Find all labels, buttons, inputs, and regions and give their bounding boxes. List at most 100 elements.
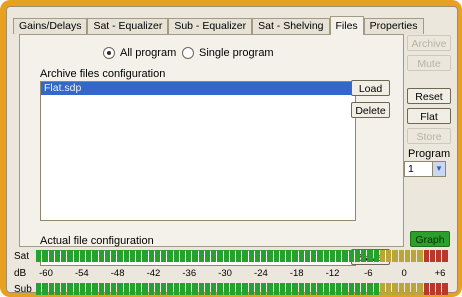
list-item[interactable]: Flat.sdp [41, 82, 355, 95]
scale-tick-label: -18 [289, 268, 304, 279]
meter-segment [404, 250, 410, 262]
meter-segment [136, 250, 142, 262]
tab-properties[interactable]: Properties [363, 18, 424, 34]
meter-segment [254, 283, 260, 295]
scale-tick-label: -42 [146, 268, 161, 279]
meter-segment [279, 250, 285, 262]
delete-button[interactable]: Delete [351, 102, 390, 118]
program-select[interactable]: 1 ▼ [404, 161, 446, 177]
meter-segment [192, 283, 198, 295]
meter-segment [311, 250, 317, 262]
meter-segment [298, 250, 304, 262]
scale-tick-label: -6 [364, 268, 373, 279]
meter-segment [217, 283, 223, 295]
mute-button[interactable]: Mute [407, 55, 451, 71]
meter-segment [48, 250, 54, 262]
store-button[interactable]: Store [407, 128, 451, 144]
meter-segment [117, 250, 123, 262]
meter-segment [98, 250, 104, 262]
meter-segment [379, 250, 385, 262]
meter-segment [329, 283, 335, 295]
meter-segment [329, 250, 335, 262]
meter-segment [79, 283, 85, 295]
meter-segment [229, 283, 235, 295]
meter-segment [204, 250, 210, 262]
meter-segment [79, 250, 85, 262]
meter-segment [298, 283, 304, 295]
meter-segment [361, 250, 367, 262]
meter-segment [54, 283, 60, 295]
sat-level-meter [36, 250, 448, 262]
archive-files-list[interactable]: Flat.sdp [40, 81, 356, 221]
scale-tick-label: -30 [218, 268, 232, 279]
meter-segment [304, 250, 310, 262]
meter-segment [379, 283, 385, 295]
sat-meter-label: Sat [14, 251, 30, 262]
archive-files-label: Archive files configuration [40, 68, 166, 80]
meter-segment [436, 283, 442, 295]
meter-segment [67, 283, 73, 295]
meter-segment [154, 283, 160, 295]
sub-level-meter [36, 283, 448, 295]
meter-segment [273, 250, 279, 262]
meter-segment [254, 250, 260, 262]
meter-segment [104, 250, 110, 262]
meter-segment [436, 250, 442, 262]
meter-segment [286, 283, 292, 295]
meter-segment [404, 283, 410, 295]
reset-button[interactable]: Reset [407, 88, 451, 104]
meter-segment [167, 250, 173, 262]
meter-segment [154, 250, 160, 262]
meter-segment [336, 250, 342, 262]
meter-segment [229, 250, 235, 262]
meter-segment [342, 283, 348, 295]
meter-segment [204, 283, 210, 295]
meter-segment [148, 283, 154, 295]
meter-segment [186, 283, 192, 295]
meter-segment [198, 250, 204, 262]
archive-button[interactable]: Archive [407, 35, 451, 51]
meter-segment [36, 283, 42, 295]
meter-segment [336, 283, 342, 295]
scale-tick-label: 0 [401, 268, 407, 279]
tab-gains-delays[interactable]: Gains/Delays [13, 18, 88, 34]
tab-sat-shelving[interactable]: Sat - Shelving [252, 18, 330, 34]
radio-dot-icon [103, 47, 115, 59]
meter-segment [442, 250, 448, 262]
meter-segment [42, 250, 48, 262]
meter-segment [117, 283, 123, 295]
meter-segment [173, 283, 179, 295]
meter-segment [142, 283, 148, 295]
meter-segment [92, 283, 98, 295]
tab-sub-equalizer[interactable]: Sub - Equalizer [168, 18, 253, 34]
tab-sat-equalizer[interactable]: Sat - Equalizer [87, 18, 169, 34]
meter-segment [386, 250, 392, 262]
scale-tick-label: -54 [74, 268, 89, 279]
meter-segment [348, 250, 354, 262]
meter-segment [198, 283, 204, 295]
tab-files[interactable]: Files [329, 16, 364, 35]
load-button[interactable]: Load [351, 80, 390, 96]
meter-segment [61, 283, 67, 295]
meter-segment [111, 250, 117, 262]
scale-tick-label: -12 [325, 268, 340, 279]
single-program-radio[interactable]: Single program [182, 47, 274, 59]
meter-segment [304, 283, 310, 295]
meter-segment [92, 250, 98, 262]
meter-segment [292, 283, 298, 295]
meter-segment [398, 283, 404, 295]
meter-segment [423, 283, 429, 295]
meter-segment [317, 283, 323, 295]
meter-segment [179, 250, 185, 262]
meter-segment [248, 250, 254, 262]
all-program-radio[interactable]: All program [103, 47, 176, 59]
meter-segment [142, 250, 148, 262]
meter-segment [73, 250, 79, 262]
flat-button[interactable]: Flat [407, 108, 451, 124]
meter-segment [317, 250, 323, 262]
meter-segment [179, 283, 185, 295]
meter-segment [161, 250, 167, 262]
graph-button[interactable]: Graph [410, 231, 450, 247]
scale-tick-label: -24 [254, 268, 268, 279]
meter-segment [386, 283, 392, 295]
